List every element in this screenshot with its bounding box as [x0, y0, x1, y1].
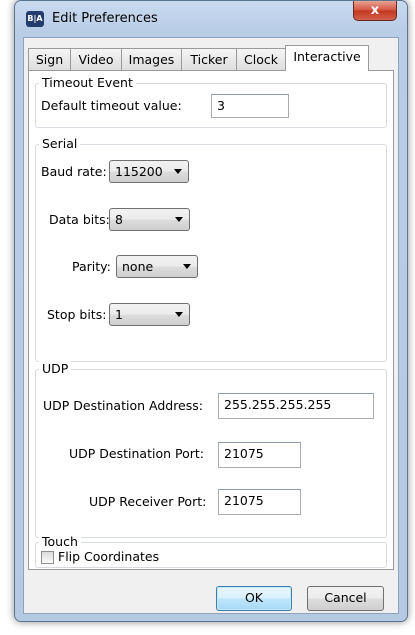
stop-bits-value: 1 — [115, 307, 123, 322]
tab-strip: Sign Video Images Ticker Clock Interacti… — [24, 45, 398, 71]
tab-images[interactable]: Images — [121, 48, 182, 70]
serial-group: Serial Baud rate: 115200 Data bits: 8 Pa… — [35, 136, 387, 362]
baud-rate-select[interactable]: 115200 — [109, 160, 189, 183]
window-title: Edit Preferences — [52, 11, 158, 26]
data-bits-value: 8 — [115, 212, 123, 227]
udp-destination-port-label: UDP Destination Port: — [69, 446, 204, 461]
chevron-down-icon — [175, 217, 183, 222]
touch-group: Touch Flip Coordinates — [35, 534, 387, 568]
parity-label: Parity: — [72, 259, 111, 274]
udp-group-title: UDP — [39, 361, 72, 376]
udp-receiver-port-input[interactable]: 21075 — [218, 489, 301, 515]
ok-button[interactable]: OK — [216, 586, 292, 611]
flip-coordinates-label[interactable]: Flip Coordinates — [58, 549, 159, 564]
stop-bits-label: Stop bits: — [47, 307, 107, 322]
close-button[interactable]: x — [353, 1, 397, 21]
serial-group-title: Serial — [39, 136, 81, 151]
tab-interactive[interactable]: Interactive — [285, 45, 369, 71]
default-timeout-input[interactable]: 3 — [211, 94, 289, 118]
baud-rate-label: Baud rate: — [41, 164, 107, 179]
udp-receiver-port-label: UDP Receiver Port: — [89, 494, 207, 509]
udp-destination-address-input[interactable]: 255.255.255.255 — [218, 393, 374, 419]
chevron-down-icon — [183, 264, 191, 269]
chevron-down-icon — [175, 312, 183, 317]
app-logo-icon: B|A — [26, 11, 44, 27]
udp-group: UDP UDP Destination Address: 255.255.255… — [35, 361, 387, 538]
default-timeout-label: Default timeout value: — [41, 98, 182, 113]
stop-bits-select[interactable]: 1 — [109, 303, 190, 326]
tab-clock[interactable]: Clock — [236, 48, 286, 70]
tab-video[interactable]: Video — [70, 48, 122, 70]
parity-select[interactable]: none — [116, 255, 198, 278]
cancel-button[interactable]: Cancel — [307, 586, 384, 611]
timeout-event-group-title: Timeout Event — [39, 75, 136, 90]
dialog-body: Sign Video Images Ticker Clock Interacti… — [23, 37, 399, 614]
chevron-down-icon — [174, 169, 182, 174]
interactive-tab-panel: Timeout Event Default timeout value: 3 S… — [28, 70, 394, 570]
tab-ticker[interactable]: Ticker — [181, 48, 237, 70]
tab-sign[interactable]: Sign — [28, 48, 71, 70]
timeout-event-group: Timeout Event Default timeout value: 3 — [35, 75, 387, 128]
title-bar[interactable]: B|A Edit Preferences x — [15, 1, 407, 37]
data-bits-label: Data bits: — [49, 212, 110, 227]
edit-preferences-dialog: B|A Edit Preferences x Sign Video Images… — [14, 0, 408, 622]
udp-destination-port-input[interactable]: 21075 — [218, 442, 301, 468]
udp-destination-address-label: UDP Destination Address: — [43, 398, 203, 413]
data-bits-select[interactable]: 8 — [109, 208, 190, 231]
parity-value: none — [122, 259, 154, 274]
baud-rate-value: 115200 — [115, 164, 163, 179]
touch-group-title: Touch — [39, 534, 81, 549]
flip-coordinates-checkbox[interactable] — [41, 551, 54, 564]
